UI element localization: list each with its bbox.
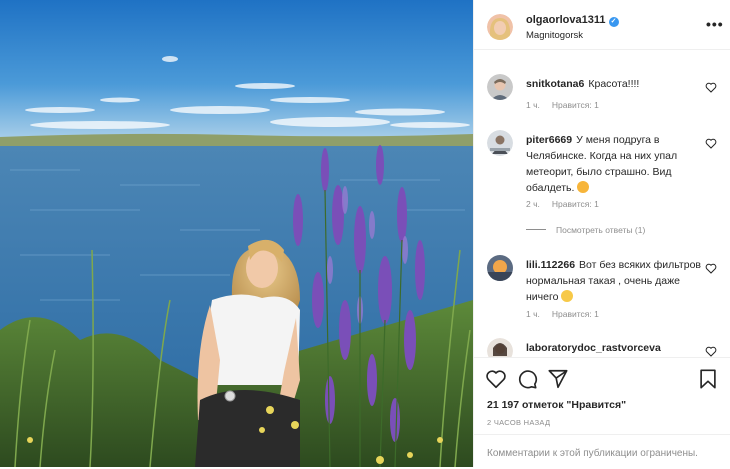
like-comment-heart-icon[interactable] (705, 263, 717, 274)
commenter-avatar[interactable] (487, 255, 513, 281)
share-direct-icon[interactable] (547, 368, 569, 390)
comment-text: lili.112266 Вот без всяких фильтров норма… (526, 257, 701, 305)
avatar-image (487, 338, 513, 357)
comment-meta: 1 ч. Нравится: 1 (526, 309, 611, 319)
replies-divider (526, 229, 546, 230)
comment-meta: 2 ч. Нравится: 1 (526, 199, 611, 209)
post-actions: 21 197 отметок "Нравится" 2 ЧАСОВ НАЗАД … (474, 357, 730, 468)
comment-time[interactable]: 2 ч. (526, 199, 540, 209)
likes-count[interactable]: 21 197 отметок "Нравится" (487, 399, 626, 411)
comment-meta: 1 ч. Нравится: 1 (526, 100, 611, 110)
like-comment-heart-icon[interactable] (705, 82, 717, 93)
commenter-avatar[interactable] (487, 130, 513, 156)
commenter-avatar[interactable] (487, 74, 513, 100)
comment-text: piter6669 У меня подруга в Челябинске. Ко… (526, 132, 701, 196)
comment-time[interactable]: 1 ч. (526, 100, 540, 110)
avatar-image (487, 74, 513, 100)
instagram-post: olgaorlova1311 ✓ Magnitogorsk ••• snitkot… (0, 0, 730, 467)
like-comment-heart-icon[interactable] (705, 138, 717, 149)
verified-badge-icon: ✓ (608, 17, 619, 27)
comment-likes[interactable]: Нравится: 1 (552, 199, 599, 209)
post-header: olgaorlova1311 ✓ Magnitogorsk ••• (474, 0, 730, 50)
author-avatar[interactable] (487, 14, 513, 40)
comment-likes[interactable]: Нравится: 1 (552, 309, 599, 319)
avatar-image (487, 14, 513, 40)
comment-time[interactable]: 1 ч. (526, 309, 540, 319)
comment-text: snitkotana6 Красота!!!! (526, 76, 701, 92)
smiling-emoji-icon (561, 290, 574, 302)
comments-limited-notice: Комментарии к этой публикации ограничены… (474, 434, 730, 469)
post-timestamp[interactable]: 2 ЧАСОВ НАЗАД (487, 418, 550, 427)
comments-list: snitkotana6 Красота!!!! 1 ч. Нравится: 1 (474, 50, 730, 357)
more-options-icon[interactable]: ••• (706, 17, 724, 31)
comment-likes[interactable]: Нравится: 1 (552, 100, 599, 110)
photo-scene (0, 0, 473, 467)
avatar-image (487, 255, 513, 281)
comment-username[interactable]: piter6669 (526, 134, 572, 146)
view-replies-link[interactable]: Посмотреть ответы (1) (526, 225, 645, 235)
post-location[interactable]: Magnitogorsk (526, 30, 583, 41)
author-username[interactable]: olgaorlova1311 (526, 14, 606, 26)
like-heart-icon[interactable] (485, 368, 507, 390)
comment-username[interactable]: laboratorydoc_rastvorceva (526, 342, 661, 354)
comment-username[interactable]: snitkotana6 (526, 78, 584, 90)
post-photo[interactable] (0, 0, 473, 467)
comments-limited-text: Комментарии к этой публикации ограничены… (487, 448, 698, 459)
star-struck-emoji-icon (577, 181, 590, 193)
comment-bubble-icon[interactable] (516, 368, 538, 390)
save-bookmark-icon[interactable] (697, 368, 719, 390)
comment-username[interactable]: lili.112266 (526, 259, 575, 271)
comment-body: Красота!!!! (588, 78, 640, 90)
commenter-avatar[interactable] (487, 338, 513, 357)
post-side-panel: olgaorlova1311 ✓ Magnitogorsk ••• snitkot… (473, 0, 730, 467)
avatar-image (487, 130, 513, 156)
author-username-row[interactable]: olgaorlova1311 ✓ (526, 14, 619, 27)
like-comment-heart-icon[interactable] (705, 346, 717, 357)
view-replies-label[interactable]: Посмотреть ответы (1) (556, 225, 645, 235)
comment-text: laboratorydoc_rastvorceva (526, 340, 701, 356)
